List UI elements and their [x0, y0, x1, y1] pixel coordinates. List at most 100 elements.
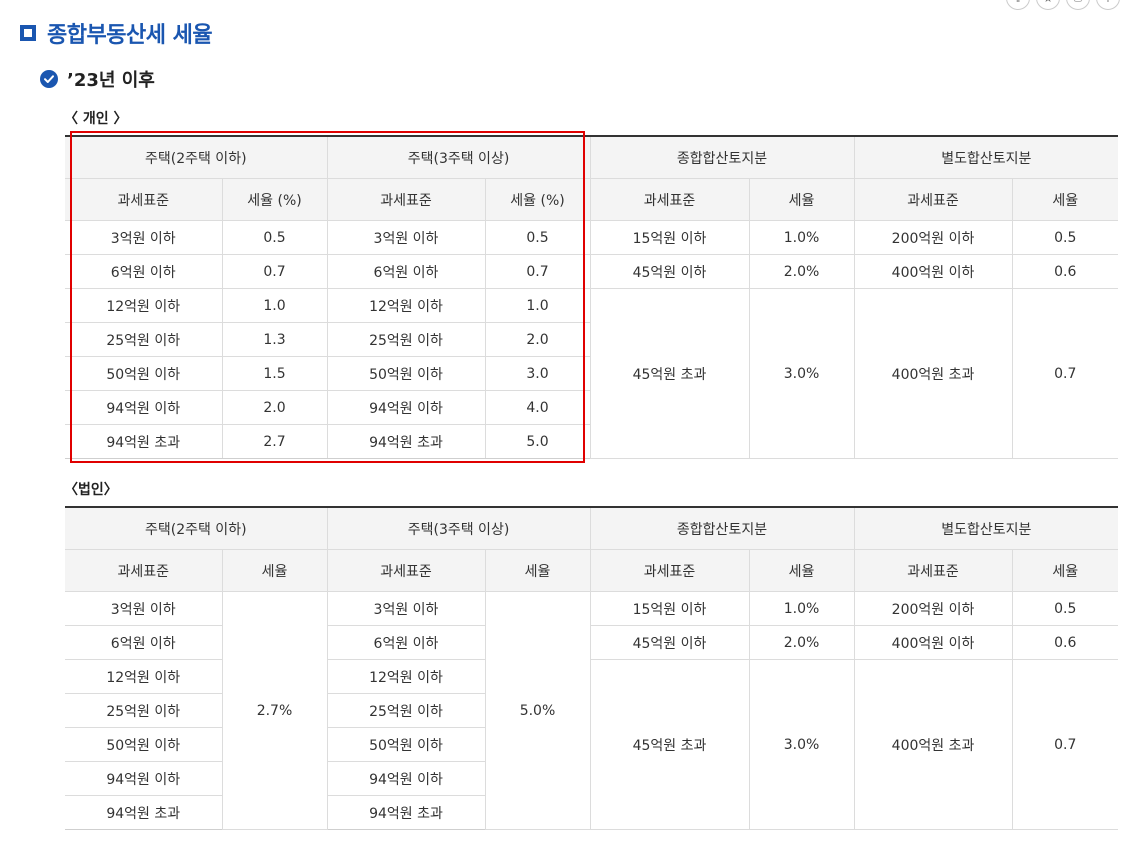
column-header: 과세표준 — [326, 178, 486, 221]
table-cell: 94억원 초과 — [65, 795, 223, 830]
table-cell: 5.0 — [484, 424, 590, 459]
table-cell: 94억원 이하 — [326, 761, 485, 796]
table-cell: 2.0% — [748, 254, 855, 289]
table-cell: 3.0 — [484, 356, 590, 391]
column-header: 세율 (%) — [484, 178, 591, 221]
title-square-icon — [20, 25, 36, 41]
table-cell: 1.0 — [484, 288, 591, 323]
zoom-icon[interactable]: + — [1096, 0, 1120, 10]
table-cell: 3억원 이하 — [326, 591, 486, 626]
share-icon[interactable]: ⇪ — [1006, 0, 1030, 10]
top-utility-bar: ⇪ ★ ⎙ + — [1006, 0, 1120, 10]
column-header: 세율 — [748, 178, 855, 221]
column-header: 세율 — [221, 549, 328, 592]
table-cell: 50억원 이하 — [326, 727, 485, 762]
table-cell: 2.7 — [221, 424, 328, 459]
print-icon[interactable]: ⎙ — [1066, 0, 1090, 10]
table-cell: 0.6 — [1011, 254, 1119, 289]
table-cell: 0.5 — [221, 220, 328, 255]
table-row: 12억원 이하 1.0 12억원 이하 1.0 45억원 초과 3.0% 400… — [65, 288, 1119, 459]
table-cell: 25억원 이하 — [326, 322, 486, 357]
corporate-label: 〈법인〉 — [64, 482, 118, 498]
column-header: 과세표준 — [853, 178, 1013, 221]
group-header: 주택(3주택 이상) — [326, 506, 591, 550]
table-cell: 1.3 — [221, 322, 328, 357]
group-header: 주택(3주택 이상) — [326, 135, 591, 179]
table-cell: 45억원 초과 — [589, 659, 750, 830]
table-cell: 400억원 이하 — [853, 254, 1013, 289]
table-cell: 2.7% — [221, 591, 328, 830]
group-header: 주택(2주택 이하) — [65, 506, 328, 550]
column-header: 과세표준 — [853, 549, 1013, 592]
table-cell: 3.0% — [748, 288, 855, 459]
table-cell: 400억원 이하 — [853, 625, 1013, 660]
page-title: 종합부동산세 세율 — [47, 23, 213, 48]
column-header: 과세표준 — [65, 178, 223, 221]
table-cell: 15억원 이하 — [589, 220, 750, 255]
table-row: 3억원 이하 2.7% 3억원 이하 5.0% 15억원 이하 1.0% 200… — [65, 591, 1119, 830]
group-header: 주택(2주택 이하) — [65, 135, 328, 179]
table-cell: 15억원 이하 — [589, 591, 750, 626]
corporate-tax-table: 주택(2주택 이하) 주택(3주택 이상) 종합합산토지분 별도합산토지분 과세… — [65, 506, 1119, 830]
table-cell: 0.7 — [221, 254, 328, 289]
column-header: 세율 (%) — [221, 178, 328, 221]
table-row: 6억원 이하 0.7 6억원 이하 0.7 45억원 이하 2.0% 400억원… — [65, 254, 1119, 289]
table-cell: 6억원 이하 — [326, 625, 486, 660]
table-cell: 45억원 초과 — [589, 288, 750, 459]
table-cell: 1.0% — [748, 220, 855, 255]
group-header: 종합합산토지분 — [589, 506, 855, 550]
table-cell: 1.0 — [221, 288, 328, 323]
page-title-row: 종합부동산세 세율 — [20, 17, 213, 49]
table-cell: 0.7 — [1011, 288, 1119, 459]
bookmark-icon[interactable]: ★ — [1036, 0, 1060, 10]
column-header: 세율 — [1011, 178, 1119, 221]
table-row: 3억원 이하 0.5 3억원 이하 0.5 15억원 이하 1.0% 200억원… — [65, 220, 1119, 255]
table-cell: 0.6 — [1011, 625, 1119, 660]
table-cell: 0.7 — [1011, 659, 1119, 830]
table-cell: 45억원 이하 — [589, 625, 750, 660]
table-cell: 0.5 — [484, 220, 591, 255]
table-cell: 0.7 — [484, 254, 591, 289]
table-cell: 94억원 이하 — [65, 761, 223, 796]
table-cell: 4.0 — [484, 390, 590, 425]
table-cell: 94억원 초과 — [326, 795, 485, 830]
table-cell: 3억원 이하 — [326, 220, 486, 255]
table-cell: 25억원 이하 — [65, 693, 223, 728]
table-cell: 3억원 이하 — [65, 591, 223, 626]
table-cell: 2.0% — [748, 625, 855, 660]
table-cell: 94억원 초과 — [326, 424, 486, 459]
table-cell: 12억원 이하 — [326, 659, 486, 694]
table-cell: 6억원 이하 — [65, 254, 223, 289]
section-title-row: ’23년 이후 — [40, 66, 155, 92]
table-cell: 3억원 이하 — [65, 220, 223, 255]
section-title: ’23년 이후 — [67, 70, 155, 91]
individual-label: 〈 개인 〉 — [64, 111, 128, 127]
table-cell: 0.5 — [1011, 220, 1119, 255]
table-cell: 12억원 이하 — [326, 288, 486, 323]
table-cell: 25억원 이하 — [65, 322, 223, 357]
table-cell: 3.0% — [748, 659, 855, 830]
table-cell: 45억원 이하 — [589, 254, 750, 289]
table-cell: 1.5 — [221, 356, 328, 391]
column-header: 과세표준 — [589, 178, 750, 221]
table-cell: 5.0% — [484, 591, 591, 830]
column-header: 세율 — [748, 549, 855, 592]
table-cell: 6억원 이하 — [326, 254, 486, 289]
table-cell: 400억원 초과 — [853, 659, 1013, 830]
group-header: 별도합산토지분 — [853, 135, 1119, 179]
table-cell: 6억원 이하 — [65, 625, 223, 660]
column-header: 과세표준 — [326, 549, 486, 592]
table-cell: 94억원 이하 — [65, 390, 223, 425]
column-header: 과세표준 — [589, 549, 750, 592]
table-cell: 94억원 이하 — [326, 390, 486, 425]
table-cell: 2.0 — [484, 322, 590, 357]
group-header: 별도합산토지분 — [853, 506, 1119, 550]
column-header: 세율 — [1011, 549, 1119, 592]
table-cell: 200억원 이하 — [853, 220, 1013, 255]
table-cell: 25억원 이하 — [326, 693, 485, 728]
table-cell: 1.0% — [748, 591, 855, 626]
table-cell: 50억원 이하 — [65, 356, 223, 391]
individual-tax-table: 주택(2주택 이하) 주택(3주택 이상) 종합합산토지분 별도합산토지분 과세… — [65, 135, 1119, 459]
table-cell: 0.5 — [1011, 591, 1119, 626]
table-cell: 50억원 이하 — [326, 356, 486, 391]
